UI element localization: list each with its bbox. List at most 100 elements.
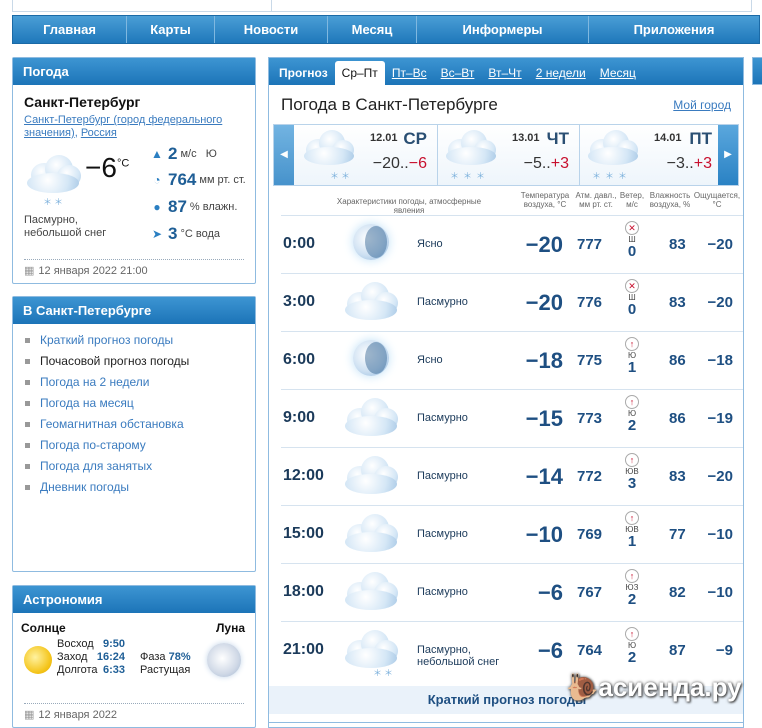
sun-label: Солнце bbox=[21, 621, 66, 635]
city-links-panel: В Санкт-Петербурге Краткий прогноз погод… bbox=[12, 296, 256, 572]
cloudy-icon bbox=[343, 394, 399, 442]
astronomy-panel: Астрономия Солнце Луна Восход 9:50 Заход 1… bbox=[12, 585, 256, 728]
calendar-icon: ▦ bbox=[24, 709, 35, 721]
current-condition: Пасмурно, небольшой снег bbox=[24, 214, 107, 239]
day-name: ПТ bbox=[689, 129, 712, 148]
astronomy-header: Астрономия bbox=[13, 586, 255, 613]
tab-fri-sun[interactable]: Пт–Вс bbox=[385, 62, 434, 85]
wind-direction-icon: ↑ bbox=[625, 569, 639, 583]
link-month[interactable]: Погода на месяц bbox=[25, 393, 255, 414]
tab-month[interactable]: Месяц bbox=[593, 62, 643, 85]
table-row: 21:00 ＊＊ Пасмурно, небольшой снег −6 764 ↑ Ю 2 8… bbox=[281, 621, 743, 679]
row-pressure: 775 bbox=[577, 352, 603, 369]
wind-direction-icon: ↑ bbox=[625, 395, 639, 409]
row-temperature: −18 bbox=[525, 348, 563, 373]
nav-month[interactable]: Месяц bbox=[328, 16, 417, 43]
day-range: −5..+3 bbox=[523, 155, 569, 172]
row-humidity: 86 bbox=[669, 410, 686, 427]
current-weather-header: Погода bbox=[13, 58, 255, 85]
moon-phase: Фаза 78% Растущая bbox=[140, 651, 191, 676]
row-feels-like: −20 bbox=[707, 468, 733, 485]
day-name: ЧТ bbox=[546, 129, 569, 148]
humidity-metric: ● 87 % влажн. bbox=[150, 197, 237, 217]
row-pressure: 776 bbox=[577, 294, 603, 311]
column-headers: Характеристики погоды, атмосферные явлен… bbox=[269, 191, 743, 215]
wind-direction-icon: ✕ bbox=[625, 279, 639, 293]
moon-label: Луна bbox=[215, 621, 245, 635]
prev-arrow-icon[interactable]: ◀ bbox=[274, 125, 294, 185]
col-head-feels: Ощущается, °C bbox=[693, 191, 741, 209]
col-head-pressure: Атм. давл., мм рт. ст. bbox=[575, 191, 617, 209]
sun-icon bbox=[24, 646, 52, 674]
day-card-1[interactable]: ＊＊＊ 13.01 ЧТ −5..+3 bbox=[438, 125, 580, 185]
link-hourly-forecast[interactable]: Почасовой прогноз погоды bbox=[25, 351, 255, 372]
day-card-2[interactable]: ＊＊＊ 14.01 ПТ −3..+3 bbox=[580, 125, 722, 185]
table-row: 12:00 Пасмурно −14 772 ↑ ЮВ 3 83 −20 bbox=[281, 447, 743, 505]
bottom-panel-edge bbox=[268, 722, 744, 728]
cloudy-snow-icon: ＊＊ bbox=[25, 153, 83, 207]
next-arrow-icon[interactable]: ▶ bbox=[718, 125, 738, 185]
tab-sun-tue[interactable]: Вс–Вт bbox=[434, 62, 482, 85]
tab-two-weeks[interactable]: 2 недели bbox=[529, 62, 593, 85]
current-temperature: −6°C bbox=[85, 152, 130, 183]
row-feels-like: −19 bbox=[707, 410, 733, 427]
row-time: 0:00 bbox=[283, 235, 316, 252]
row-humidity: 77 bbox=[669, 526, 686, 543]
region-link[interactable]: Санкт-Петербург (город федерального знач… bbox=[24, 114, 222, 139]
updated-date: ▦ 12 января 2022 21:00 bbox=[24, 259, 244, 277]
row-temperature: −6 bbox=[537, 580, 563, 605]
tab-tue-thu[interactable]: Вт–Чт bbox=[481, 62, 528, 85]
table-row: 9:00 Пасмурно −15 773 ↑ Ю 2 86 −19 bbox=[281, 389, 743, 447]
link-diary[interactable]: Дневник погоды bbox=[25, 477, 255, 498]
day-card-0[interactable]: ＊＊ 12.01 СР −20..−6 bbox=[296, 125, 438, 185]
table-row: 18:00 Пасмурно −6 767 ↑ ЮЗ 2 82 −10 bbox=[281, 563, 743, 621]
current-weather-panel: Погода Санкт-Петербург Санкт-Петербург (… bbox=[12, 57, 256, 284]
row-time: 3:00 bbox=[283, 293, 316, 310]
row-wind: ↑ ЮЗ 2 bbox=[625, 569, 639, 608]
link-two-weeks[interactable]: Погода на 2 недели bbox=[25, 372, 255, 393]
table-row: 0:00 Ясно −20 777 ✕ Ш 0 83 −20 bbox=[281, 215, 743, 273]
sun-times: Восход 9:50 Заход 16:24 Долгота 6:33 bbox=[57, 638, 125, 676]
row-humidity: 83 bbox=[669, 468, 686, 485]
row-condition: Пасмурно bbox=[417, 412, 468, 424]
row-wind: ↑ Ю 2 bbox=[624, 395, 640, 433]
table-row: 3:00 Пасмурно −20 776 ✕ Ш 0 83 −20 bbox=[281, 273, 743, 331]
top-frame bbox=[12, 0, 752, 12]
row-time: 15:00 bbox=[283, 525, 324, 542]
row-temperature: −20 bbox=[525, 232, 563, 257]
link-geomagnetic[interactable]: Геомагнитная обстановка bbox=[25, 414, 255, 435]
wind-direction-icon: ↑ bbox=[625, 511, 639, 525]
nav-maps[interactable]: Карты bbox=[127, 16, 215, 43]
row-condition: Пасмурно bbox=[417, 586, 468, 598]
nav-news[interactable]: Новости bbox=[215, 16, 328, 43]
cloudy-icon bbox=[343, 452, 399, 500]
row-wind: ↑ Ю 2 bbox=[624, 627, 640, 665]
row-condition: Пасмурно bbox=[417, 470, 468, 482]
link-old-style[interactable]: Погода по-старому bbox=[25, 435, 255, 456]
country-link[interactable]: Россия bbox=[81, 127, 117, 139]
link-busy[interactable]: Погода для занятых bbox=[25, 456, 255, 477]
cloudy-icon bbox=[343, 510, 399, 558]
moon-icon bbox=[207, 643, 241, 677]
tab-wed-fri[interactable]: Ср–Пт bbox=[334, 61, 385, 85]
col-head-temp: Температура воздуха, °C bbox=[520, 191, 570, 209]
day-strip: ◀ ＊＊ 12.01 СР −20..−6 ＊＊＊ 13.01 ЧТ −5..+… bbox=[273, 124, 739, 186]
nav-informers[interactable]: Информеры bbox=[417, 16, 589, 43]
row-feels-like: −20 bbox=[707, 294, 733, 311]
wind-direction-icon: ↑ bbox=[625, 337, 639, 351]
col-head-humidity: Влажность воздуха, % bbox=[649, 191, 691, 209]
my-city-link[interactable]: Мой город bbox=[673, 98, 731, 112]
row-time: 12:00 bbox=[283, 467, 324, 484]
row-humidity: 83 bbox=[669, 236, 686, 253]
nav-home[interactable]: Главная bbox=[13, 16, 127, 43]
nav-apps[interactable]: Приложения bbox=[589, 16, 759, 43]
city-links-list: Краткий прогноз погоды Почасовой прогноз… bbox=[13, 330, 255, 498]
fish-icon: ➤ bbox=[151, 227, 163, 241]
link-short-forecast[interactable]: Краткий прогноз погоды bbox=[25, 330, 255, 351]
row-wind: ↑ Ю 1 bbox=[624, 337, 640, 375]
row-feels-like: −18 bbox=[707, 352, 733, 369]
day-date: 13.01 bbox=[512, 132, 540, 144]
tab-forecast: Прогноз bbox=[279, 66, 328, 80]
table-row: 6:00 Ясно −18 775 ↑ Ю 1 86 −18 bbox=[281, 331, 743, 389]
row-wind: ✕ Ш 0 bbox=[624, 279, 640, 317]
